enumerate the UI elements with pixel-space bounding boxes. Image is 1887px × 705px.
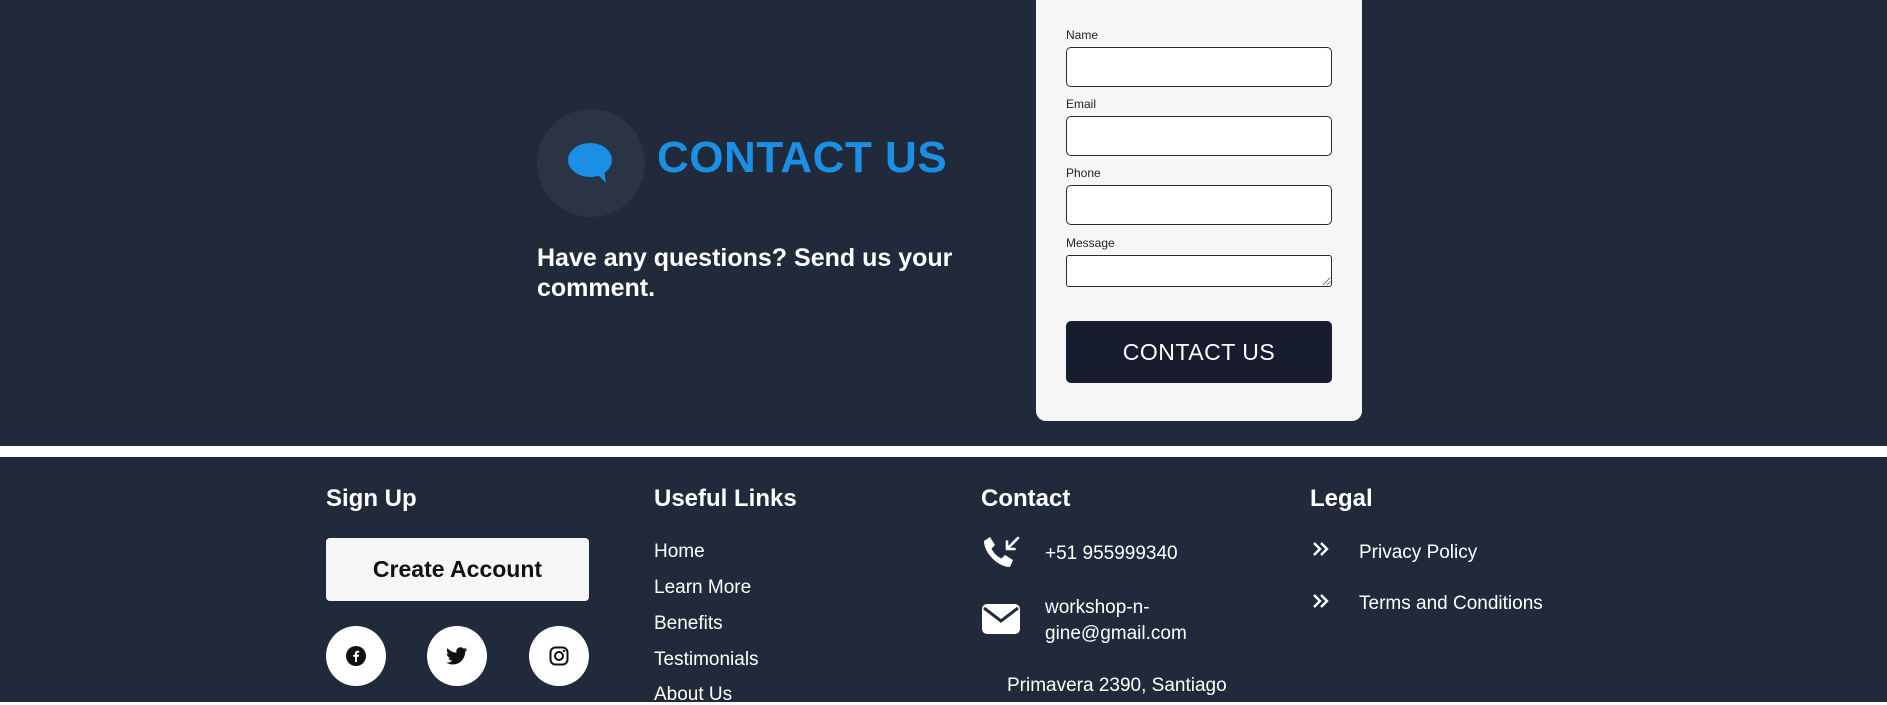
contact-subtitle: Have any questions? Send us your comment… xyxy=(537,244,953,302)
chat-bubble-icon xyxy=(568,143,612,183)
double-chevron-right-icon xyxy=(1312,593,1330,613)
envelope-icon xyxy=(981,603,1021,635)
contact-icon-badge xyxy=(537,109,645,217)
phone-field[interactable] xyxy=(1066,185,1332,225)
contact-email-line1: workshop-n- xyxy=(1045,597,1150,618)
contact-submit-button[interactable]: CONTACT US xyxy=(1066,321,1332,383)
contact-form: Name Email Phone Message CONTACT US xyxy=(1036,0,1362,421)
create-account-button[interactable]: Create Account xyxy=(326,538,589,601)
contact-phone: +51 955999340 xyxy=(1045,543,1178,564)
name-label: Name xyxy=(1066,28,1099,42)
legal-heading: Legal xyxy=(1310,485,1373,512)
message-label: Message xyxy=(1066,236,1115,250)
message-field[interactable] xyxy=(1066,255,1332,287)
legal-link-terms-and-conditions[interactable]: Terms and Conditions xyxy=(1359,594,1543,613)
double-chevron-right-icon xyxy=(1312,541,1330,561)
facebook-link[interactable] xyxy=(326,626,386,686)
contact-address: Primavera 2390, Santiago xyxy=(1007,675,1227,696)
contact-email-line2: gine@gmail.com xyxy=(1045,623,1187,644)
phone-incoming-icon xyxy=(981,535,1021,571)
footer-link-benefits[interactable]: Benefits xyxy=(654,614,723,633)
footer-contact-heading: Contact xyxy=(981,485,1071,512)
instagram-icon xyxy=(549,646,569,666)
twitter-icon xyxy=(446,647,468,665)
contact-email: workshop-n- gine@gmail.com xyxy=(1045,595,1187,647)
email-label: Email xyxy=(1066,97,1097,111)
name-field[interactable] xyxy=(1066,47,1332,87)
twitter-link[interactable] xyxy=(427,626,487,686)
footer-link-home[interactable]: Home xyxy=(654,542,705,561)
legal-link-privacy-policy[interactable]: Privacy Policy xyxy=(1359,543,1477,562)
footer-link-testimonials[interactable]: Testimonials xyxy=(654,650,759,669)
facebook-icon xyxy=(346,646,366,666)
section-divider xyxy=(0,446,1887,457)
footer: Sign Up Create Account Useful Links Home… xyxy=(0,457,1887,704)
instagram-link[interactable] xyxy=(529,626,589,686)
useful-links-heading: Useful Links xyxy=(654,485,797,512)
signup-heading: Sign Up xyxy=(326,485,417,512)
contact-section: CONTACT US Have any questions? Send us y… xyxy=(0,0,1887,446)
email-field[interactable] xyxy=(1066,116,1332,156)
contact-title: CONTACT US xyxy=(657,133,948,182)
footer-link-about-us[interactable]: About Us xyxy=(654,685,732,704)
footer-link-learn-more[interactable]: Learn More xyxy=(654,578,751,597)
phone-label: Phone xyxy=(1066,166,1101,180)
